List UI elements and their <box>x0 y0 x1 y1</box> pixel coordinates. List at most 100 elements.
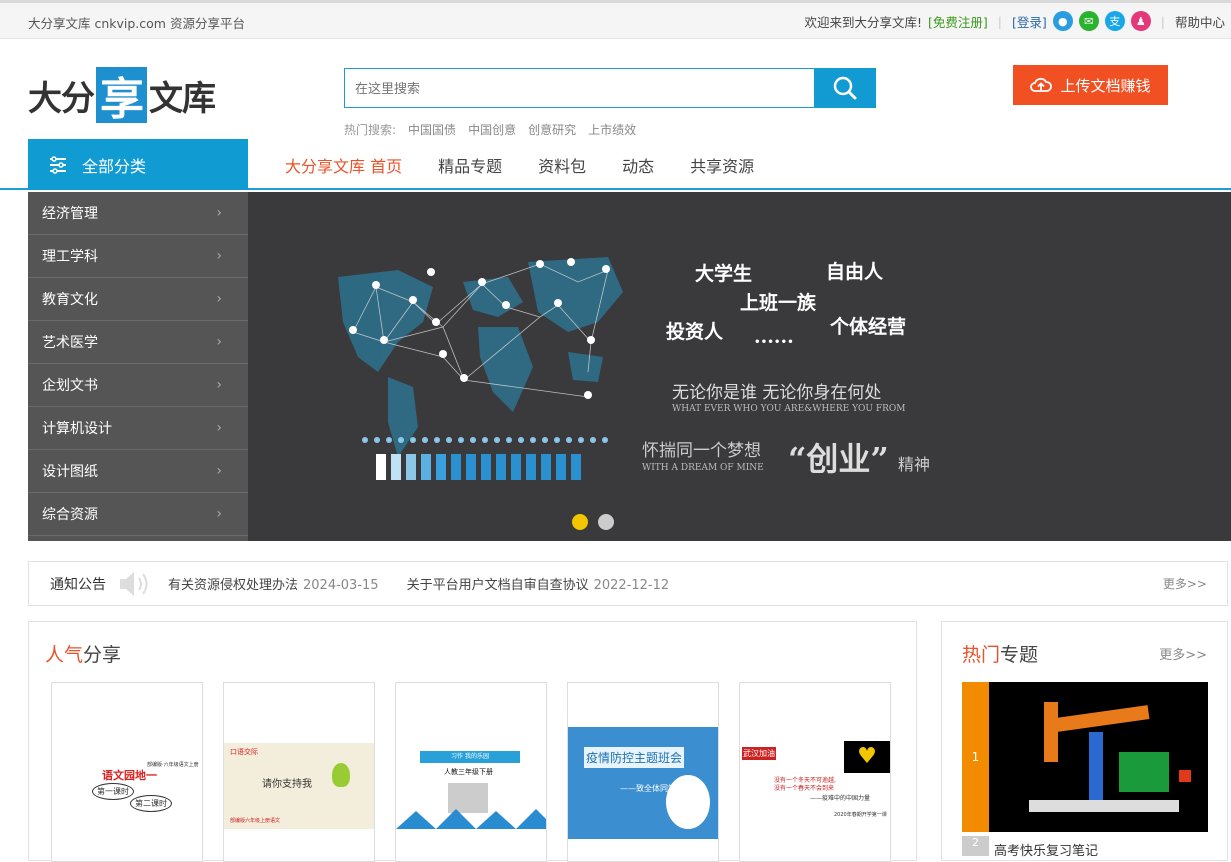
document-card[interactable]: 部编版·六年级语文上册 语文园地一 第一课时 第二课时 <box>51 682 203 862</box>
thumb-title: 疫情防控主题班会 <box>584 747 685 768</box>
banner-line2-en: WITH A DREAM OF MINE <box>642 463 764 473</box>
mountain-graphic <box>396 809 546 829</box>
banner-word: 大学生 <box>695 262 752 285</box>
nav-packages[interactable]: 资料包 <box>538 153 586 177</box>
banner-line1: 无论你是谁 无论你身在何处 <box>672 383 881 403</box>
chevron-right-icon: › <box>216 248 222 264</box>
upload-button[interactable]: 上传文档赚钱 <box>1013 65 1168 105</box>
search-button[interactable] <box>814 68 876 108</box>
nav-shared[interactable]: 共享资源 <box>690 153 754 177</box>
nav-items: 大分享文库 首页 精品专题 资料包 动态 共享资源 <box>285 139 754 190</box>
carousel-dot[interactable] <box>572 514 588 530</box>
notice-bar: 通知公告 有关资源侵权处理办法 2024-03-15 关于平台用户文档自审自查协议… <box>28 561 1228 606</box>
cloud-upload-icon <box>1030 77 1053 92</box>
document-thumbnail: 习作 我的乐园 人教三年级下册 <box>396 743 546 829</box>
document-thumbnail: 疫情防控主题班会 ——致全体同学 <box>568 727 718 839</box>
banner-word: 自由人 <box>826 260 884 283</box>
banner-word: ······ <box>754 331 794 353</box>
thumb-title: 请你支持我 <box>262 779 312 790</box>
notice-item[interactable]: 关于平台用户文档自审自查协议 2022-12-12 <box>407 574 670 593</box>
sidebar-item-label: 设计图纸 <box>42 464 98 480</box>
chevron-right-icon: › <box>216 420 222 436</box>
banner-word: 上班一族 <box>740 291 817 314</box>
sidebar-item-label: 综合资源 <box>42 507 98 523</box>
all-categories-button[interactable]: 全部分类 <box>28 139 248 190</box>
chevron-right-icon: › <box>216 506 222 522</box>
thumb-text: 第一课时 <box>92 783 134 800</box>
qq-icon[interactable]: ♟ <box>1130 11 1151 31</box>
document-thumbnail: 武汉加油 ♥ 没有一个冬天不可逾越, 没有一个春天不会到来 ——疫难中的中国力量… <box>740 741 890 831</box>
thumb-text: 习作 我的乐园 <box>420 751 520 763</box>
notice-more-link[interactable]: 更多>> <box>1163 575 1207 592</box>
section-title-highlight: 人气 <box>45 644 84 666</box>
hot-search-term[interactable]: 上市绩效 <box>588 121 636 138</box>
sidebar-item-general[interactable]: 综合资源 › <box>28 493 248 536</box>
carousel-dots <box>572 514 614 530</box>
hot-searches: 热门搜索: 中国国债 中国创意 创意研究 上市绩效 <box>344 121 636 138</box>
all-categories-label: 全部分类 <box>82 156 147 176</box>
banner-chuangye: “创业” <box>788 440 889 478</box>
menu-icon <box>50 155 66 174</box>
search-input[interactable] <box>344 68 814 108</box>
carousel-dot[interactable] <box>598 514 614 530</box>
topic-card[interactable]: 1 <box>962 682 1208 832</box>
sidebar-item-economics[interactable]: 经济管理 › <box>28 192 248 235</box>
section-title-rest: 分享 <box>83 644 122 666</box>
hero-banner[interactable]: 大学生 自由人 上班一族 投资人 个体经营 ······ 无论你是谁 无论你身在… <box>248 192 1231 541</box>
document-card[interactable]: 口语交际 请你支持我 部编版六年级上册语文 <box>223 682 375 862</box>
document-card[interactable]: 武汉加油 ♥ 没有一个冬天不可逾越, 没有一个春天不会到来 ——疫难中的中国力量… <box>739 682 891 862</box>
login-link[interactable]: [登录] <box>1012 12 1047 31</box>
banner-line1-en: WHAT EVER WHO YOU ARE&WHERE YOU FROM <box>672 404 905 414</box>
weibo-icon[interactable]: ● <box>1052 11 1073 31</box>
thumb-text: 部编版六年级上册语文 <box>230 818 281 824</box>
notice-item[interactable]: 有关资源侵权处理办法 2024-03-15 <box>168 574 379 593</box>
thumb-title: 武汉加油 <box>742 747 776 760</box>
thumb-text: 没有一个春天不会到来 <box>774 785 835 792</box>
nav-activity[interactable]: 动态 <box>622 153 654 177</box>
logo-text: 大分 <box>28 78 95 119</box>
notice-item-text: 关于平台用户文档自审自查协议 <box>406 578 589 593</box>
document-card[interactable]: 疫情防控主题班会 ——致全体同学 <box>567 682 719 862</box>
thumb-text: 第二课时 <box>130 795 172 812</box>
section-title: 热门专题 <box>962 640 1038 667</box>
site-tagline: 大分享文库 cnkvip.com 资源分享平台 <box>28 16 245 31</box>
register-link[interactable]: [免费注册] <box>928 12 988 31</box>
thumb-title: 语文园地一 <box>102 769 157 782</box>
nav-featured[interactable]: 精品专题 <box>438 153 502 177</box>
banner-word: 投资人 <box>666 320 724 343</box>
sidebar-item-computer[interactable]: 计算机设计 › <box>28 407 248 450</box>
section-title: 人气分享 <box>45 640 121 667</box>
sidebar-item-drawings[interactable]: 设计图纸 › <box>28 450 248 493</box>
site-logo[interactable]: 大分 享 文库 <box>28 67 216 125</box>
heart-icon: ♥ <box>844 741 890 773</box>
sidebar-item-label: 企划文书 <box>42 378 98 394</box>
document-card[interactable]: 习作 我的乐园 人教三年级下册 <box>395 682 547 862</box>
wechat-icon[interactable]: ✉ <box>1078 11 1099 31</box>
top-bar-right: 欢迎来到大分享文库! [免费注册] | [登录] ● ✉ 支 ♟ | 帮助中心 <box>804 11 1225 31</box>
rank-badge: 2 <box>962 836 989 856</box>
thumb-text: 口语交际 <box>230 748 258 756</box>
logo-text: 文库 <box>149 78 216 119</box>
sidebar-item-arts[interactable]: 艺术医学 › <box>28 321 248 364</box>
search-icon <box>833 76 857 100</box>
notice-item-date: 2022-12-12 <box>593 578 670 593</box>
divider: | <box>1160 13 1165 29</box>
banner-word: 个体经营 <box>829 315 906 338</box>
topics-more-link[interactable]: 更多>> <box>1159 644 1207 663</box>
sidebar-item-planning[interactable]: 企划文书 › <box>28 364 248 407</box>
hot-search-term[interactable]: 中国国债 <box>408 121 456 138</box>
alipay-icon[interactable]: 支 <box>1104 11 1125 31</box>
welcome-text: 欢迎来到大分享文库! <box>804 14 923 30</box>
thumb-text: 2020年春期开学第一课 <box>834 812 887 818</box>
chevron-right-icon: › <box>216 291 222 307</box>
category-sidebar: 经济管理 › 理工学科 › 教育文化 › 艺术医学 › 企划文书 › 计算机设计 › 设计图… <box>28 192 248 541</box>
sidebar-item-education[interactable]: 教育文化 › <box>28 278 248 321</box>
help-link[interactable]: 帮助中心 <box>1175 12 1225 31</box>
sidebar-item-science[interactable]: 理工学科 › <box>28 235 248 278</box>
sidebar-item-label: 经济管理 <box>42 206 98 222</box>
hot-search-term[interactable]: 中国创意 <box>468 121 516 138</box>
chevron-right-icon: › <box>216 463 222 479</box>
crowd-icons <box>376 454 581 480</box>
hot-search-term[interactable]: 创意研究 <box>528 121 576 138</box>
nav-home[interactable]: 大分享文库 首页 <box>285 153 402 177</box>
